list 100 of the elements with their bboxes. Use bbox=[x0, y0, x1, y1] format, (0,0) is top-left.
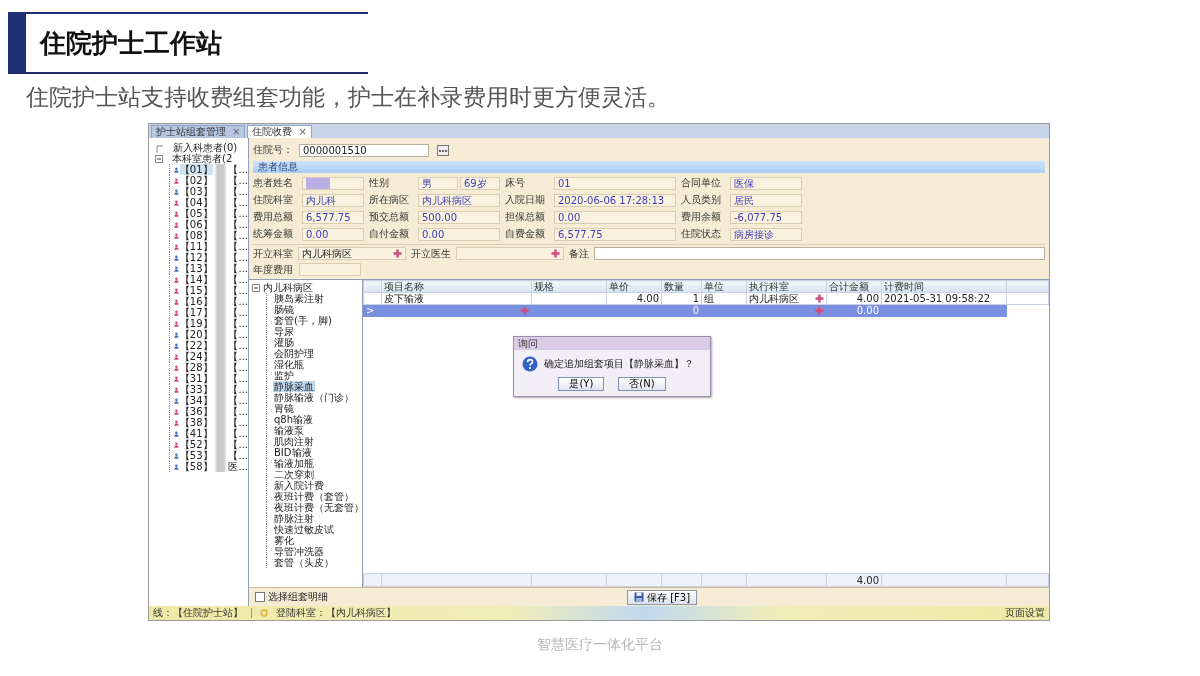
bed-number[interactable]: 【13】 bbox=[179, 263, 213, 274]
tree-item[interactable]: 肌肉注射 bbox=[273, 436, 315, 447]
tree-item[interactable]: 肠镜 bbox=[273, 304, 295, 315]
value-field[interactable]: 内儿科病区 bbox=[418, 193, 500, 207]
value-field[interactable]: 6,577.75 bbox=[554, 227, 676, 241]
tree-item[interactable]: 静脉注射 bbox=[273, 513, 315, 524]
value-field[interactable] bbox=[299, 263, 361, 276]
value-field[interactable]: 内儿科 bbox=[302, 193, 364, 207]
value-field[interactable]: 6,577.75 bbox=[302, 210, 364, 224]
dialog-button[interactable]: 否(N) bbox=[618, 377, 666, 391]
tree-item[interactable]: q8h输液 bbox=[273, 414, 315, 425]
bed-number[interactable]: 【53】 bbox=[179, 450, 213, 461]
bed-number[interactable]: 【36】 bbox=[179, 406, 213, 417]
save-button[interactable]: 保存 [F3] bbox=[627, 589, 698, 605]
tree-item[interactable]: BID输液 bbox=[273, 447, 313, 458]
tree-item[interactable]: 湿化瓶 bbox=[273, 359, 305, 370]
bed-number[interactable]: 【17】 bbox=[179, 307, 213, 318]
dialog-button[interactable]: 是(Y) bbox=[558, 377, 605, 391]
tree-item[interactable]: 监护 bbox=[273, 370, 295, 381]
picker-field[interactable]: 内儿科病区 bbox=[298, 247, 406, 260]
tree-item[interactable]: 静脉输液（门诊） bbox=[273, 392, 355, 403]
tree-item[interactable]: 夜班计费（套管） bbox=[273, 491, 355, 502]
checkbox[interactable]: 选择组套明细 bbox=[255, 590, 455, 604]
tree-item[interactable]: 导尿 bbox=[273, 326, 295, 337]
tree-item[interactable]: 会阴护理 bbox=[273, 348, 315, 359]
tree-item[interactable]: 套管（头皮） bbox=[273, 557, 335, 568]
bed-number[interactable]: 【24】 bbox=[179, 351, 213, 362]
tree-item[interactable]: 快速过敏皮试 bbox=[273, 524, 335, 535]
value-field[interactable]: -6,077.75 bbox=[730, 210, 802, 224]
inpatient-number-field[interactable]: 0000001510 bbox=[299, 143, 429, 157]
bed-number[interactable]: 【08】 bbox=[179, 230, 213, 241]
column-header[interactable]: 项目名称 bbox=[381, 280, 532, 293]
bed-number[interactable]: 【12】 bbox=[179, 252, 213, 263]
value-field[interactable]: 01 bbox=[554, 176, 676, 190]
tab[interactable]: 住院收费 × bbox=[247, 125, 312, 138]
tab-close[interactable]: × bbox=[298, 126, 307, 138]
bed-number[interactable]: 【03】 bbox=[179, 186, 213, 197]
bed-number[interactable]: 【05】 bbox=[179, 208, 213, 219]
bed-number[interactable]: 【33】 bbox=[179, 384, 213, 395]
picker-field[interactable] bbox=[456, 247, 564, 260]
bed-number[interactable]: 【14】 bbox=[179, 274, 213, 285]
bed-number[interactable]: 【28】 bbox=[179, 362, 213, 373]
tree-item[interactable]: 套管(手，脚) bbox=[273, 315, 333, 326]
tree-item[interactable]: 新入院计费 bbox=[273, 480, 325, 491]
bed-number[interactable]: 【41】 bbox=[179, 428, 213, 439]
bed-number[interactable]: 【20】 bbox=[179, 329, 213, 340]
column-header[interactable]: 数量 bbox=[661, 280, 702, 293]
value-field[interactable]: 0.00 bbox=[554, 210, 676, 224]
column-header[interactable]: 计费时间 bbox=[881, 280, 1007, 293]
name-field[interactable] bbox=[302, 176, 364, 190]
tree-item[interactable]: 灌肠 bbox=[273, 337, 295, 348]
tree-node[interactable]: 新入科患者(0) bbox=[173, 142, 238, 153]
tree-node[interactable]: 内儿科病区 bbox=[263, 282, 313, 293]
tree-item[interactable]: 输液泵 bbox=[273, 425, 305, 436]
remark-field[interactable] bbox=[594, 247, 1045, 260]
bed-number[interactable]: 【22】 bbox=[179, 340, 213, 351]
value-field[interactable]: 500.00 bbox=[418, 210, 500, 224]
bed-number[interactable]: 【15】 bbox=[179, 285, 213, 296]
tree-item[interactable]: 雾化 bbox=[273, 535, 295, 546]
bed-number[interactable]: 【01】 bbox=[179, 164, 213, 175]
column-header[interactable]: 规格 bbox=[531, 280, 607, 293]
tab[interactable]: 护士站组套管理 × bbox=[151, 125, 246, 138]
value-field[interactable]: 医保 bbox=[730, 176, 802, 190]
tree-item[interactable]: 二次穿刺 bbox=[273, 469, 315, 480]
bed-number[interactable]: 【38】 bbox=[179, 417, 213, 428]
tab-close[interactable]: × bbox=[232, 126, 241, 138]
tree-item[interactable]: 胰岛素注射 bbox=[273, 293, 325, 304]
value-field[interactable]: 男 bbox=[418, 176, 458, 190]
bed-number[interactable]: 【52】 bbox=[179, 439, 213, 450]
bed-number[interactable]: 【06】 bbox=[179, 219, 213, 230]
bed-number[interactable]: 【34】 bbox=[179, 395, 213, 406]
status-link[interactable]: 页面设置 bbox=[1005, 606, 1045, 620]
bed-number[interactable]: 【58】 bbox=[179, 461, 213, 472]
value-field[interactable]: 0.00 bbox=[302, 227, 364, 241]
value-field[interactable]: 病房接诊 bbox=[730, 227, 802, 241]
tree-item[interactable]: 导管冲洗器 bbox=[273, 546, 325, 557]
tree-item[interactable]: 胃镜 bbox=[273, 403, 295, 414]
tree-item[interactable]: 输液加瓶 bbox=[273, 458, 315, 469]
plus-icon[interactable] bbox=[393, 249, 402, 258]
collapse-icon[interactable] bbox=[155, 154, 163, 163]
table-row[interactable]: 皮下输液 4.00 1 组 内儿科病区 4.00 2021-05-31 09:58:22 bbox=[363, 292, 1049, 305]
plus-icon[interactable] bbox=[551, 249, 560, 258]
tree-item[interactable]: 静脉采血 bbox=[273, 381, 315, 392]
value-field[interactable]: 69岁 bbox=[460, 176, 500, 190]
column-header[interactable]: 单价 bbox=[606, 280, 662, 293]
column-header[interactable]: 合计金额 bbox=[826, 280, 882, 293]
bed-number[interactable]: 【31】 bbox=[179, 373, 213, 384]
tree-node[interactable]: 本科室患者(2 bbox=[172, 153, 233, 164]
column-header[interactable]: 执行科室 bbox=[746, 280, 827, 293]
column-header[interactable]: 单位 bbox=[701, 280, 747, 293]
bed-number[interactable]: 【04】 bbox=[179, 197, 213, 208]
bed-number[interactable]: 【16】 bbox=[179, 296, 213, 307]
tree-item[interactable]: 夜班计费（无套管） bbox=[273, 502, 362, 513]
value-field[interactable]: 2020-06-06 17:28:13 bbox=[554, 193, 676, 207]
ellipsis-icon[interactable] bbox=[437, 144, 449, 156]
plus-icon[interactable] bbox=[815, 294, 824, 303]
bed-number[interactable]: 【02】 bbox=[179, 175, 213, 186]
value-field[interactable]: 居民 bbox=[730, 193, 802, 207]
value-field[interactable]: 0.00 bbox=[418, 227, 500, 241]
collapse-icon[interactable] bbox=[252, 283, 260, 292]
